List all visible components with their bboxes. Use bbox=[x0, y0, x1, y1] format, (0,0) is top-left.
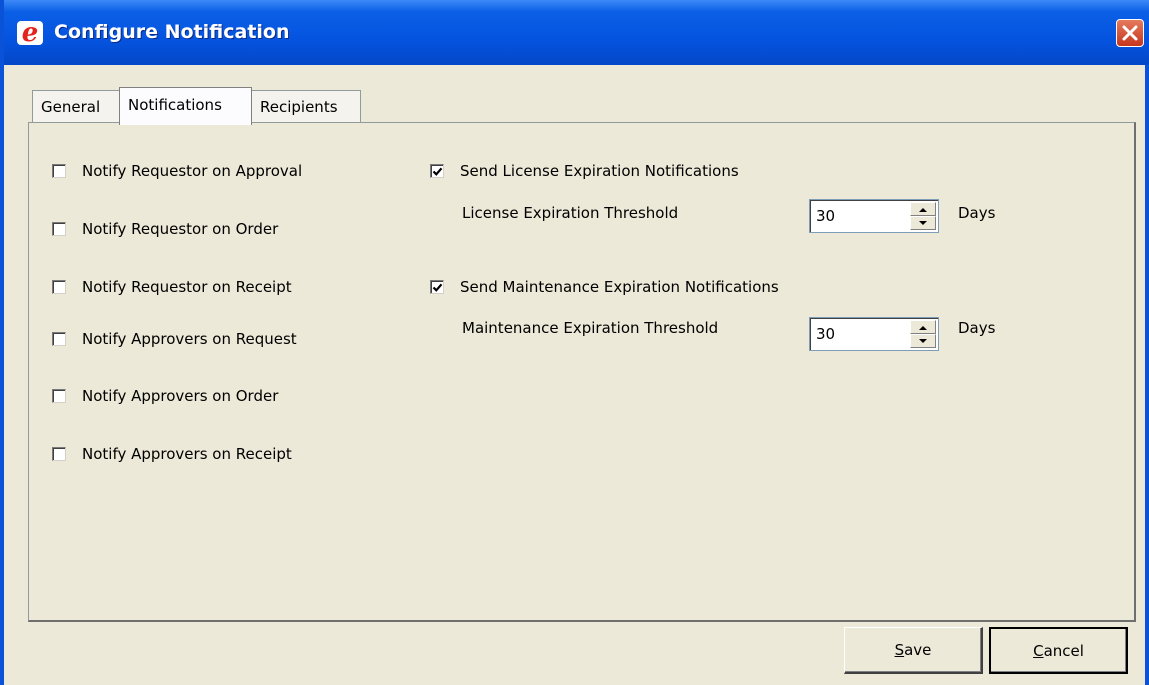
option-label: Notify Approvers on Order bbox=[82, 387, 279, 405]
configure-notification-dialog: e Configure Notification General Recipie… bbox=[0, 0, 1149, 685]
option-label: Send License Expiration Notifications bbox=[460, 162, 739, 180]
spin-up-button[interactable] bbox=[910, 202, 936, 216]
option-label: Notify Requestor on Approval bbox=[82, 162, 303, 180]
tab-notifications[interactable]: Notifications bbox=[119, 87, 252, 125]
option-notify-approvers-request[interactable]: Notify Approvers on Request bbox=[52, 328, 297, 350]
window-title: Configure Notification bbox=[54, 21, 290, 43]
checkmark-icon bbox=[432, 167, 443, 176]
license-threshold-spinner[interactable]: 30 bbox=[809, 199, 939, 233]
checkbox[interactable] bbox=[52, 280, 66, 294]
tab-recipients-label: Recipients bbox=[260, 98, 338, 116]
option-label: Notify Requestor on Order bbox=[82, 220, 279, 238]
app-e-icon: e bbox=[17, 20, 43, 46]
spin-up-icon bbox=[919, 208, 927, 212]
maintenance-threshold-label: Maintenance Expiration Threshold bbox=[462, 319, 719, 337]
option-notify-requestor-receipt[interactable]: Notify Requestor on Receipt bbox=[52, 276, 292, 298]
cancel-mnemonic: C bbox=[1033, 642, 1044, 660]
maintenance-threshold-spinner[interactable]: 30 bbox=[809, 317, 939, 351]
option-label: Notify Requestor on Receipt bbox=[82, 278, 292, 296]
license-threshold-unit: Days bbox=[958, 204, 996, 222]
license-threshold-label: License Expiration Threshold bbox=[462, 204, 679, 222]
title-bar[interactable]: e Configure Notification bbox=[4, 0, 1149, 65]
option-label: Send Maintenance Expiration Notification… bbox=[460, 278, 779, 296]
close-icon bbox=[1122, 25, 1138, 41]
license-threshold-value[interactable]: 30 bbox=[816, 207, 835, 225]
spin-down-icon bbox=[919, 339, 927, 343]
spin-down-button[interactable] bbox=[910, 334, 936, 348]
checkbox[interactable] bbox=[52, 447, 66, 461]
spin-up-button[interactable] bbox=[910, 320, 936, 334]
notifications-tab-panel: Notify Requestor on Approval Notify Requ… bbox=[28, 122, 1136, 622]
cancel-label-rest: ancel bbox=[1043, 642, 1084, 660]
spin-down-button[interactable] bbox=[910, 216, 936, 230]
option-notify-approvers-order[interactable]: Notify Approvers on Order bbox=[52, 385, 278, 407]
save-button[interactable]: Save bbox=[844, 627, 983, 674]
close-button[interactable] bbox=[1116, 19, 1144, 47]
maintenance-threshold-unit: Days bbox=[958, 319, 996, 337]
checkbox[interactable] bbox=[52, 332, 66, 346]
checkmark-icon bbox=[432, 283, 443, 292]
option-label: Notify Approvers on Receipt bbox=[82, 445, 292, 463]
checkbox-checked[interactable] bbox=[430, 164, 444, 178]
option-send-maintenance-expiration[interactable]: Send Maintenance Expiration Notification… bbox=[430, 276, 779, 298]
option-label: Notify Approvers on Request bbox=[82, 330, 297, 348]
maintenance-threshold-value[interactable]: 30 bbox=[816, 325, 835, 343]
spin-up-icon bbox=[919, 326, 927, 330]
checkbox[interactable] bbox=[52, 222, 66, 236]
tab-general-label: General bbox=[41, 98, 101, 116]
option-notify-approvers-receipt[interactable]: Notify Approvers on Receipt bbox=[52, 443, 292, 465]
save-label-rest: ave bbox=[904, 641, 932, 659]
option-notify-requestor-order[interactable]: Notify Requestor on Order bbox=[52, 218, 278, 240]
tab-notifications-label: Notifications bbox=[128, 96, 222, 114]
option-notify-requestor-approval[interactable]: Notify Requestor on Approval bbox=[52, 160, 302, 182]
spin-down-icon bbox=[919, 221, 927, 225]
checkbox-checked[interactable] bbox=[430, 280, 444, 294]
tab-recipients[interactable]: Recipients bbox=[251, 90, 361, 123]
option-send-license-expiration[interactable]: Send License Expiration Notifications bbox=[430, 160, 739, 182]
save-mnemonic: S bbox=[894, 641, 905, 659]
checkbox[interactable] bbox=[52, 389, 66, 403]
tab-general[interactable]: General bbox=[32, 90, 120, 123]
cancel-button[interactable]: Cancel bbox=[989, 627, 1128, 674]
checkbox[interactable] bbox=[52, 164, 66, 178]
